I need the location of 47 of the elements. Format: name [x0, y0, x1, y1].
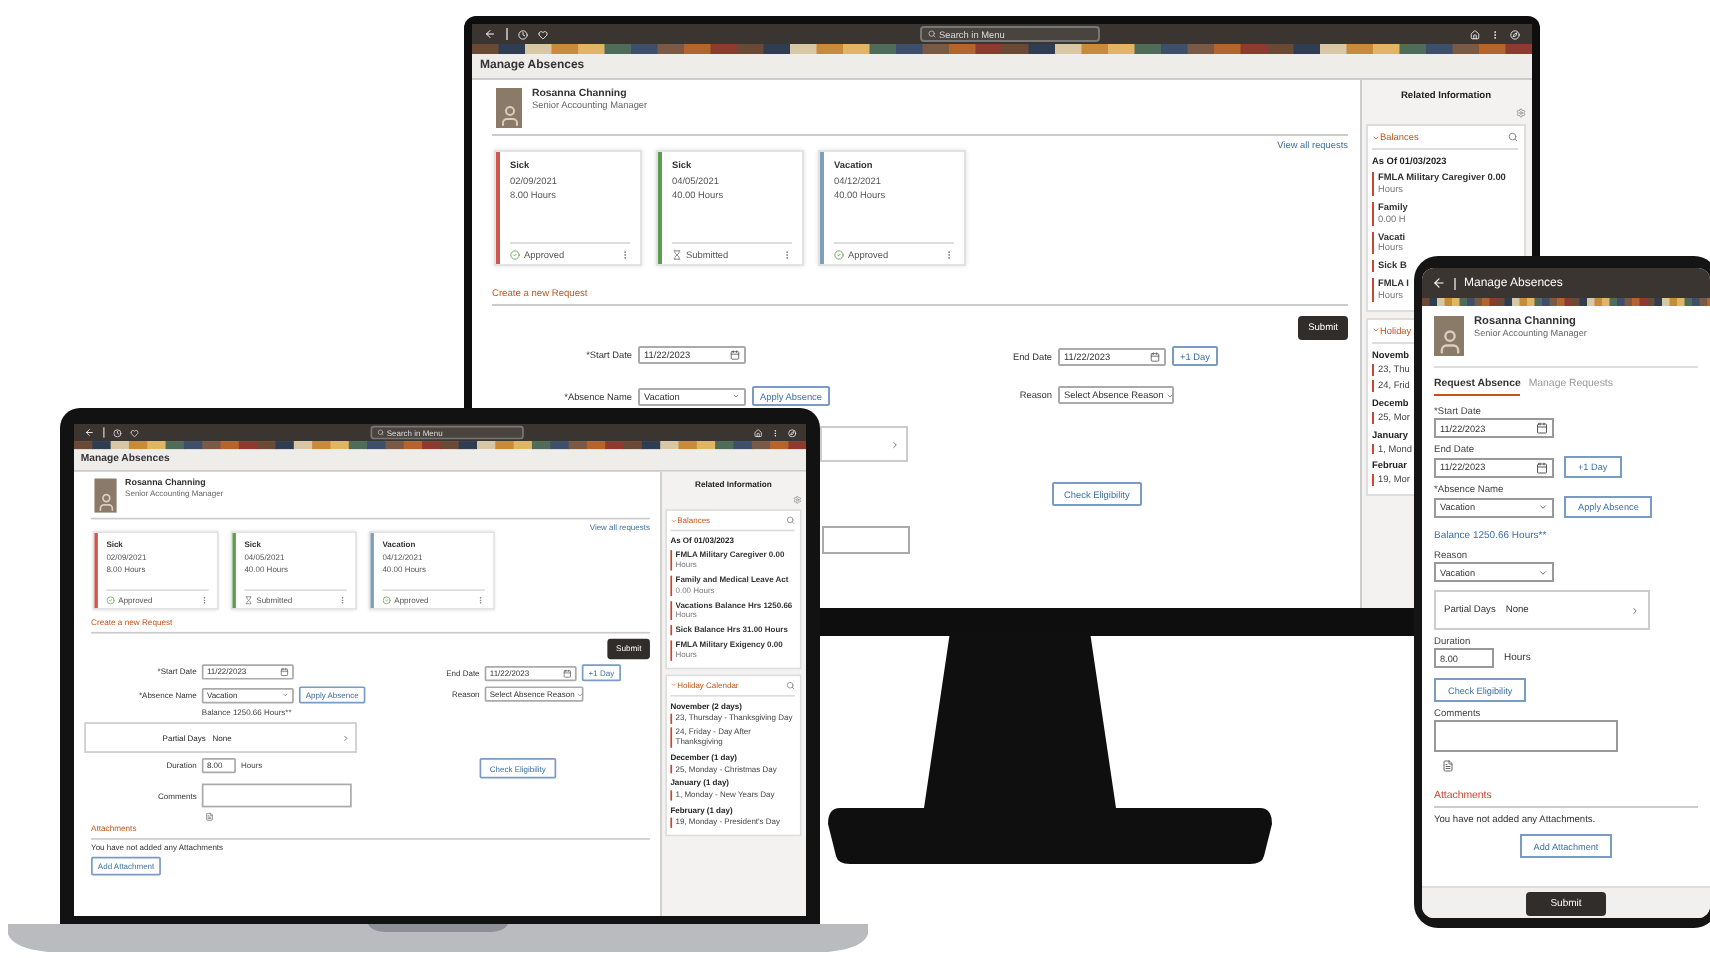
hourglass-icon	[244, 595, 253, 604]
caret-icon	[1538, 502, 1548, 512]
avatar-placeholder	[496, 88, 522, 128]
avatar-placeholder	[1434, 316, 1464, 356]
check-icon	[834, 249, 844, 259]
check-icon	[106, 595, 115, 604]
home-icon[interactable]	[1470, 29, 1480, 39]
search-icon	[927, 30, 935, 38]
avatar-placeholder	[94, 478, 117, 513]
chevron-icon	[1630, 605, 1640, 615]
calendar-icon	[1536, 461, 1548, 473]
chevron-icon[interactable]	[670, 681, 678, 689]
search-icon[interactable]	[786, 681, 795, 690]
caret-icon	[1538, 567, 1548, 577]
heart-icon[interactable]	[538, 29, 548, 39]
calendar-icon	[1536, 422, 1548, 434]
calendar-icon	[1150, 351, 1160, 361]
check-icon	[382, 595, 391, 604]
search-icon[interactable]	[1508, 132, 1518, 142]
caret-icon	[576, 690, 584, 698]
back-icon[interactable]	[1432, 276, 1446, 290]
document-icon	[205, 812, 214, 822]
calendar-icon	[280, 667, 289, 677]
home-icon[interactable]	[753, 428, 763, 437]
back-icon[interactable]	[484, 28, 496, 40]
clock-icon[interactable]	[518, 29, 528, 39]
chevron-icon	[341, 733, 351, 742]
document-icon	[1442, 760, 1454, 772]
hourglass-icon	[672, 249, 682, 259]
check-icon	[510, 249, 520, 259]
search-icon[interactable]	[786, 516, 795, 525]
compass-icon[interactable]	[788, 428, 797, 437]
chevron-icon	[890, 439, 900, 449]
comments-field[interactable]	[1434, 720, 1618, 752]
comments-field[interactable]	[201, 783, 352, 808]
calendar-icon	[563, 668, 572, 678]
clock-icon[interactable]	[113, 428, 122, 437]
back-icon[interactable]	[84, 427, 95, 438]
settings-icon[interactable]	[793, 495, 802, 505]
partial-days-row[interactable]	[820, 426, 908, 462]
comments-field[interactable]	[822, 526, 910, 554]
search-icon	[376, 429, 384, 436]
calendar-icon	[730, 350, 740, 360]
settings-icon[interactable]	[1516, 108, 1526, 118]
compass-icon[interactable]	[1510, 29, 1520, 39]
caret-icon	[281, 691, 289, 699]
heart-icon[interactable]	[130, 428, 139, 437]
